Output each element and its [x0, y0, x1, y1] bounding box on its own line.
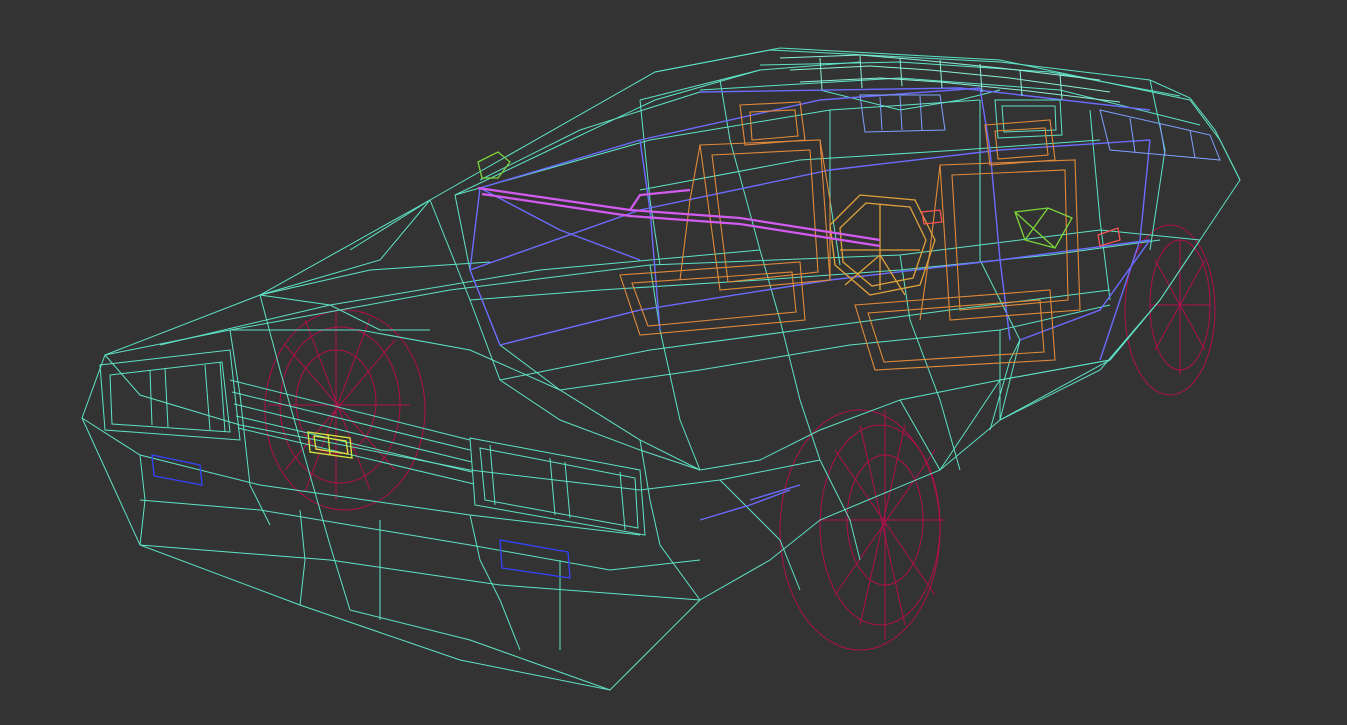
- steering-wheel: [829, 194, 936, 296]
- front-right-wheel: [779, 409, 945, 651]
- 3d-viewport[interactable]: [0, 0, 1347, 725]
- front-emblem: [307, 431, 353, 459]
- body-shell-layer: [81, 47, 1241, 691]
- left-headlight-housing: [99, 349, 241, 441]
- left-mirror: [477, 151, 511, 179]
- right-headlight-housing: [469, 437, 646, 536]
- rear-right-wheel: [1124, 224, 1216, 396]
- roof-outline: [654, 47, 1241, 181]
- roof-detail: [779, 54, 1121, 103]
- wheels-layer: [264, 224, 1216, 651]
- front-left-wheel: [264, 309, 426, 511]
- dashboard-bar: [477, 186, 881, 248]
- windshield-frame: [454, 194, 561, 391]
- front-fascia: [99, 349, 646, 536]
- car-wireframe: [81, 47, 1241, 691]
